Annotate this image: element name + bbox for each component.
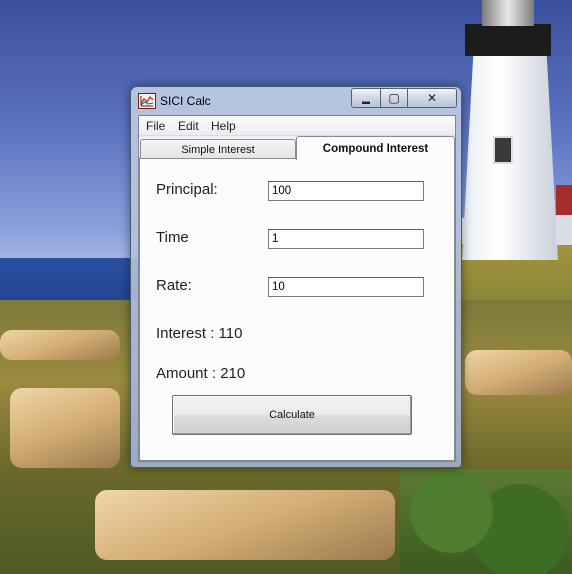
wallpaper-house-roof <box>556 185 572 215</box>
wallpaper-rock <box>95 490 395 560</box>
chart-icon[interactable] <box>138 93 156 109</box>
wallpaper-rock <box>0 330 120 360</box>
wallpaper-rock <box>465 350 572 395</box>
principal-input[interactable] <box>268 181 424 201</box>
menu-bar: File Edit Help <box>139 116 455 136</box>
time-label: Time <box>156 229 189 246</box>
title-bar[interactable]: SICI Calc ▬ ▢ ✕ <box>131 87 461 113</box>
rate-input[interactable] <box>268 277 424 297</box>
interest-result: Interest : 110 <box>156 325 243 342</box>
close-icon: ✕ <box>426 91 438 105</box>
wallpaper-rock <box>10 388 120 468</box>
menu-help[interactable]: Help <box>211 119 236 133</box>
amount-result: Amount : 210 <box>156 365 246 382</box>
window-title: SICI Calc <box>160 94 211 108</box>
calculate-button[interactable]: Calculate <box>172 395 412 435</box>
compound-interest-panel: Principal: Time Rate: Interest : 110 Amo… <box>139 158 455 461</box>
rate-label: Rate: <box>156 277 192 294</box>
wallpaper-flowers <box>400 470 572 574</box>
principal-label: Principal: <box>156 181 218 198</box>
menu-file[interactable]: File <box>146 119 165 133</box>
tab-strip: Simple Interest Compound Interest <box>139 136 455 160</box>
menu-edit[interactable]: Edit <box>178 119 199 133</box>
wallpaper-lighthouse-lantern <box>482 0 534 26</box>
tab-compound-interest[interactable]: Compound Interest <box>296 136 455 160</box>
window-client-area: File Edit Help Simple Interest Compound … <box>138 115 456 462</box>
wallpaper-lighthouse-window <box>493 136 513 164</box>
app-window: SICI Calc ▬ ▢ ✕ File Edit Help Simple In… <box>130 86 462 468</box>
maximize-button[interactable]: ▢ <box>380 88 408 108</box>
wallpaper-lighthouse-gallery <box>465 24 551 56</box>
close-button[interactable]: ✕ <box>407 88 457 108</box>
minimize-icon: ▬ <box>362 96 370 106</box>
maximize-icon: ▢ <box>388 91 400 105</box>
minimize-button[interactable]: ▬ <box>351 88 381 108</box>
tab-simple-interest[interactable]: Simple Interest <box>140 139 296 159</box>
time-input[interactable] <box>268 229 424 249</box>
